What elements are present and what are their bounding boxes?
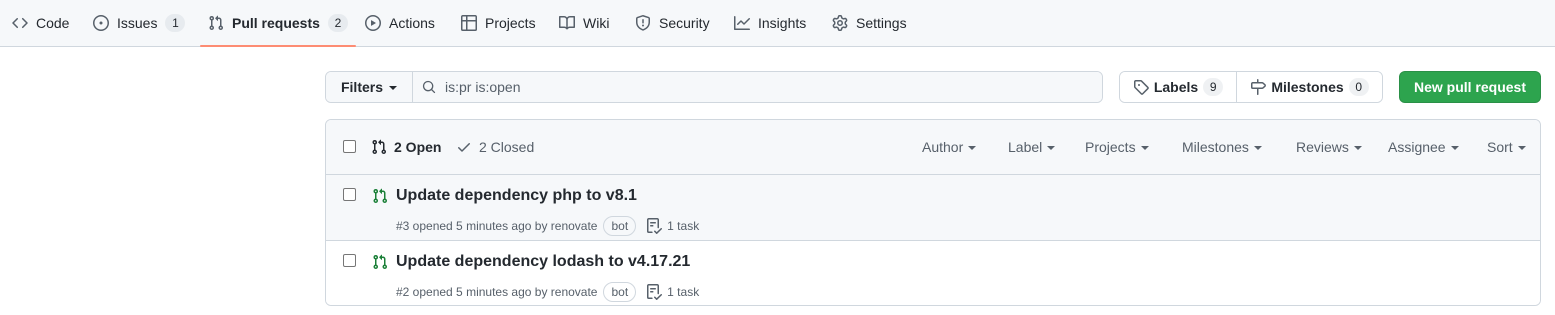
milestones-counter: 0 <box>1348 78 1369 96</box>
open-filter-link[interactable]: 2 Open <box>371 139 441 155</box>
tab-wiki-label: Wiki <box>583 15 610 31</box>
tab-settings[interactable]: Settings <box>832 0 907 46</box>
labels-button[interactable]: Labels 9 <box>1120 72 1237 102</box>
task-progress[interactable]: 1 task <box>646 218 699 234</box>
task-count: 1 task <box>667 219 700 233</box>
tab-code[interactable]: Code <box>12 0 69 46</box>
bot-badge: bot <box>603 282 637 302</box>
list-item: Update dependency lodash to v4.17.21 #2 … <box>326 241 1540 305</box>
author-select[interactable]: Author <box>922 139 977 155</box>
gear-icon <box>832 15 848 31</box>
sort-select[interactable]: Sort <box>1487 139 1526 155</box>
caret-down-icon <box>1353 146 1362 150</box>
graph-icon <box>734 16 750 30</box>
tab-projects[interactable]: Projects <box>461 0 536 46</box>
pull-request-list: 2 Open 2 Closed Author Label Projects Mi… <box>325 119 1541 306</box>
check-icon <box>458 143 470 152</box>
pr-title-link[interactable]: Update dependency lodash to v4.17.21 <box>396 253 690 271</box>
milestones-select[interactable]: Milestones <box>1182 139 1262 155</box>
caret-down-icon <box>1047 146 1056 150</box>
sort-select-label: Sort <box>1487 139 1513 155</box>
caret-down-icon <box>1450 146 1459 150</box>
issues-counter: 1 <box>165 14 186 32</box>
assignee-select-label: Assignee <box>1388 139 1446 155</box>
new-pull-request-button[interactable]: New pull request <box>1399 71 1541 103</box>
projects-select[interactable]: Projects <box>1085 139 1149 155</box>
task-count: 1 task <box>667 285 700 299</box>
pr-meta: #3 opened 5 minutes ago by renovate bot … <box>396 216 699 236</box>
caret-down-icon <box>1253 146 1262 150</box>
task-progress[interactable]: 1 task <box>646 284 699 300</box>
tab-security-label: Security <box>659 15 710 31</box>
author-select-label: Author <box>922 139 964 155</box>
checklist-icon <box>647 218 663 234</box>
checklist-icon <box>647 284 663 300</box>
shield-icon <box>636 15 650 31</box>
tab-settings-label: Settings <box>856 15 907 31</box>
milestones-button[interactable]: Milestones 0 <box>1237 72 1382 102</box>
play-icon <box>365 15 381 31</box>
reviews-select[interactable]: Reviews <box>1296 139 1362 155</box>
pr-meta-text: #2 opened 5 minutes ago by renovate <box>396 285 598 299</box>
filter-search-group: Filters <box>325 71 1103 103</box>
milestone-icon <box>1251 79 1267 95</box>
tab-code-label: Code <box>36 15 70 31</box>
tag-icon <box>1133 80 1149 95</box>
tab-issues-label: Issues <box>117 15 158 31</box>
filters-button-label: Filters <box>340 79 383 95</box>
tab-insights-label: Insights <box>758 15 807 31</box>
pr-meta-text: #3 opened 5 minutes ago by renovate <box>396 219 598 233</box>
tab-actions-label: Actions <box>389 15 435 31</box>
tab-actions[interactable]: Actions <box>365 0 435 46</box>
tab-projects-label: Projects <box>485 15 536 31</box>
milestones-select-label: Milestones <box>1182 139 1249 155</box>
labels-milestones-group: Labels 9 Milestones 0 <box>1119 71 1383 103</box>
git-pull-request-open-icon <box>373 254 388 270</box>
tab-wiki[interactable]: Wiki <box>559 0 609 46</box>
filters-button[interactable]: Filters <box>326 72 413 102</box>
table-icon <box>461 15 477 31</box>
list-item: Update dependency php to v8.1 #3 opened … <box>326 175 1540 241</box>
tab-security[interactable]: Security <box>635 0 710 46</box>
git-pull-request-icon <box>209 15 224 31</box>
git-pull-request-open-icon <box>373 188 388 204</box>
tab-pull-requests[interactable]: Pull requests 2 <box>200 0 356 47</box>
issue-opened-icon <box>93 15 109 31</box>
row-checkbox[interactable] <box>343 188 356 201</box>
caret-down-icon <box>1517 146 1526 150</box>
tab-pull-requests-label: Pull requests <box>232 15 320 31</box>
pr-title-link[interactable]: Update dependency php to v8.1 <box>396 187 637 205</box>
label-select-label: Label <box>1008 139 1043 155</box>
tab-insights[interactable]: Insights <box>734 0 806 46</box>
caret-down-icon <box>968 146 977 150</box>
repo-nav: Code Issues 1 Pull requests 2 Actions Pr… <box>0 0 1555 47</box>
bot-badge: bot <box>603 216 637 236</box>
search-input[interactable] <box>413 72 1102 102</box>
labels-button-label: Labels <box>1153 79 1199 95</box>
closed-count-label: 2 Closed <box>479 139 535 155</box>
reviews-select-label: Reviews <box>1296 139 1349 155</box>
search-icon <box>422 80 436 94</box>
assignee-select[interactable]: Assignee <box>1388 139 1459 155</box>
milestones-button-label: Milestones <box>1271 79 1344 95</box>
search-wrapper <box>413 72 1102 102</box>
list-header: 2 Open 2 Closed Author Label Projects Mi… <box>326 120 1540 175</box>
closed-filter-link[interactable]: 2 Closed <box>456 139 534 155</box>
tab-issues[interactable]: Issues 1 <box>93 0 186 46</box>
caret-down-icon <box>389 86 397 90</box>
new-pull-request-label: New pull request <box>1413 79 1527 95</box>
label-select[interactable]: Label <box>1008 139 1056 155</box>
caret-down-icon <box>1140 146 1149 150</box>
git-pull-request-icon <box>372 139 387 155</box>
labels-counter: 9 <box>1203 78 1224 96</box>
row-checkbox[interactable] <box>343 254 356 267</box>
select-all-checkbox[interactable] <box>343 140 356 153</box>
code-icon <box>12 17 28 29</box>
projects-select-label: Projects <box>1085 139 1136 155</box>
book-icon <box>559 15 575 30</box>
pull-requests-counter: 2 <box>327 14 348 32</box>
open-count-label: 2 Open <box>394 139 442 155</box>
pr-meta: #2 opened 5 minutes ago by renovate bot … <box>396 282 699 302</box>
